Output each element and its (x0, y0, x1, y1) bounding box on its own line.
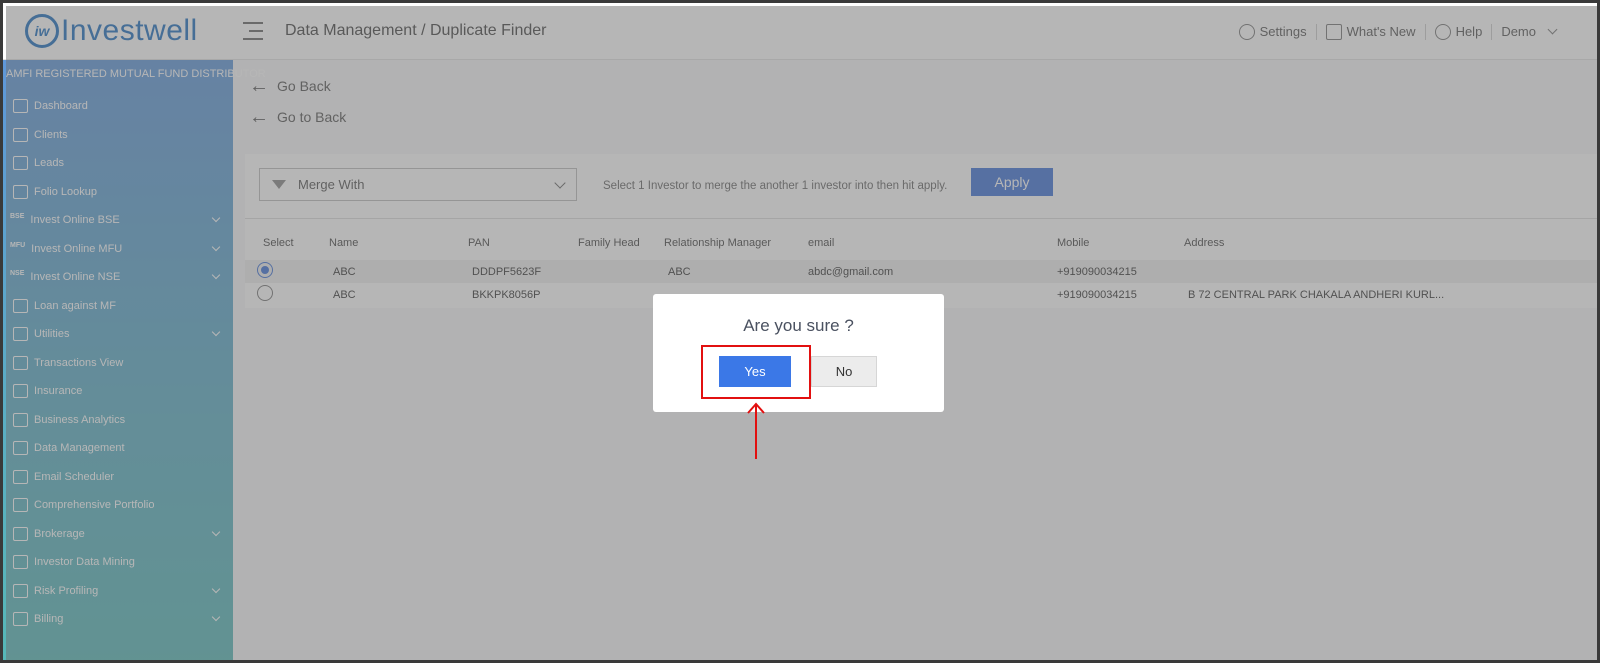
no-button[interactable]: No (811, 356, 877, 387)
dialog-title: Are you sure ? (743, 316, 854, 335)
annotation-highlight-box (701, 345, 811, 399)
annotation-arrow-up-icon (747, 402, 765, 459)
